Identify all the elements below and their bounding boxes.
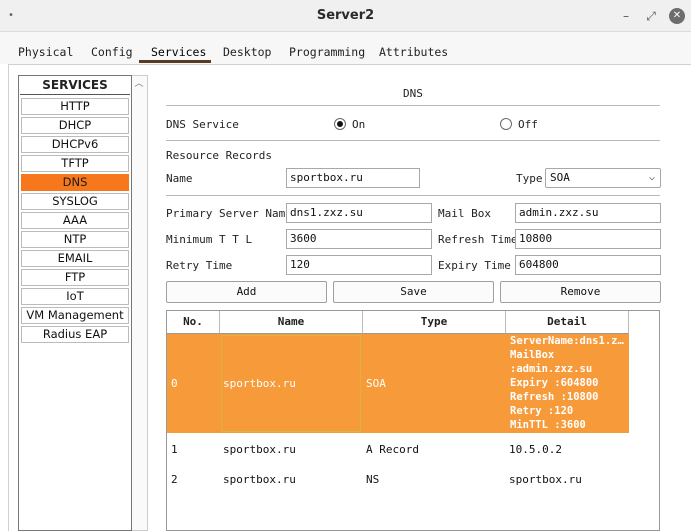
sidebar-item-ntp[interactable]: NTP [21, 231, 129, 248]
row-type: NS [366, 473, 380, 486]
divider [166, 195, 660, 196]
dns-service-label: DNS Service [166, 118, 239, 131]
primary-server-label: Primary Server Name [166, 207, 292, 220]
tab-programming[interactable]: Programming [289, 45, 365, 59]
row-type: A Record [366, 443, 419, 456]
row-no: 2 [171, 473, 178, 486]
row-detail-line: MailBox [510, 349, 555, 361]
row-no: 1 [171, 443, 178, 456]
divider [166, 140, 660, 141]
sidebar-item-aaa[interactable]: AAA [21, 212, 129, 229]
save-button[interactable]: Save [333, 281, 494, 303]
services-sidebar: SERVICES HTTP DHCP DHCPv6 TFTP DNS SYSLO… [18, 75, 132, 531]
row-detail-line: :admin.zxz.su [510, 363, 593, 375]
row-detail-line: Expiry :604800 [510, 377, 599, 389]
tab-attributes[interactable]: Attributes [379, 45, 448, 59]
tab-desktop[interactable]: Desktop [223, 45, 271, 59]
refresh-time-input[interactable]: 10800 [515, 229, 661, 249]
sidebar-item-dhcp[interactable]: DHCP [21, 117, 129, 134]
services-header: SERVICES [20, 78, 130, 95]
row-name: sportbox.ru [223, 443, 296, 456]
row-detail-line: Retry :120 [510, 405, 574, 417]
name-input[interactable]: sportbox.ru [286, 168, 420, 188]
divider [166, 105, 660, 106]
expiry-time-input[interactable]: 604800 [515, 255, 661, 275]
chevron-down-icon: ⌵ [648, 172, 655, 183]
sidebar-item-iot[interactable]: IoT [21, 288, 129, 305]
close-icon[interactable]: ✕ [669, 8, 685, 24]
row-name: sportbox.ru [223, 377, 296, 390]
row-type: SOA [366, 377, 386, 390]
mailbox-input[interactable]: admin.zxz.su [515, 203, 661, 223]
dns-on-radio[interactable] [334, 118, 346, 130]
restore-icon[interactable]: ⤢ [643, 8, 659, 24]
type-select[interactable]: SOA ⌵ [545, 168, 661, 188]
sidebar-item-http[interactable]: HTTP [21, 98, 129, 115]
tab-services[interactable]: Services [151, 45, 206, 59]
row-detail-line: ServerName:dns1.z… [510, 335, 624, 347]
dns-off-radio[interactable] [500, 118, 512, 130]
sidebar-item-ftp[interactable]: FTP [21, 269, 129, 286]
dns-off-label[interactable]: Off [518, 118, 538, 131]
column-header-detail[interactable]: Detail [506, 311, 629, 334]
tab-physical[interactable]: Physical [18, 45, 73, 59]
row-detail-line: Refresh :10800 [510, 391, 599, 403]
minimum-ttl-label: Minimum T T L [166, 233, 253, 246]
scroll-up-icon[interactable]: ︿ [134, 79, 144, 89]
column-header-no[interactable]: No. [167, 311, 220, 334]
title-bar: • Server2 – ⤢ ✕ [0, 0, 691, 32]
primary-server-input[interactable]: dns1.zxz.su [286, 203, 432, 223]
minimize-icon[interactable]: – [618, 8, 634, 24]
sidebar-item-dns[interactable]: DNS [21, 174, 129, 191]
retry-time-label: Retry Time [166, 259, 233, 272]
row-name: sportbox.ru [223, 473, 296, 486]
row-detail: 10.5.0.2 [509, 443, 562, 456]
active-tab-indicator [139, 60, 211, 63]
sidebar-item-radius-eap[interactable]: Radius EAP [21, 326, 129, 343]
row-detail-line: MinTTL :3600 [510, 419, 586, 431]
type-label: Type [516, 172, 543, 185]
tab-config[interactable]: Config [91, 45, 133, 59]
sidebar-item-vm-management[interactable]: VM Management [21, 307, 129, 324]
name-label: Name [166, 172, 193, 185]
dns-on-label[interactable]: On [352, 118, 365, 131]
dns-heading: DNS [403, 87, 423, 100]
sidebar-scrollbar[interactable]: ︿ [132, 75, 148, 531]
sidebar-item-tftp[interactable]: TFTP [21, 155, 129, 172]
records-table: No. Name Type Detail 0 sportbox.ru SOA S… [166, 310, 660, 531]
sidebar-item-email[interactable]: EMAIL [21, 250, 129, 267]
remove-button[interactable]: Remove [500, 281, 661, 303]
add-button[interactable]: Add [166, 281, 327, 303]
sidebar-item-syslog[interactable]: SYSLOG [21, 193, 129, 210]
mailbox-label: Mail Box [438, 207, 491, 220]
row-no: 0 [171, 377, 178, 390]
column-header-type[interactable]: Type [363, 311, 506, 334]
window-title: Server2 [316, 8, 375, 23]
retry-time-input[interactable]: 120 [286, 255, 432, 275]
type-select-value: SOA [550, 171, 570, 184]
refresh-time-label: Refresh Time [438, 233, 518, 246]
sidebar-item-dhcpv6[interactable]: DHCPv6 [21, 136, 129, 153]
expiry-time-label: Expiry Time [438, 259, 511, 272]
resource-records-label: Resource Records [166, 149, 272, 162]
column-header-name[interactable]: Name [220, 311, 363, 334]
row-detail: sportbox.ru [509, 473, 582, 486]
minimum-ttl-input[interactable]: 3600 [286, 229, 432, 249]
tab-bar: Physical Config Services Desktop Program… [0, 32, 691, 64]
